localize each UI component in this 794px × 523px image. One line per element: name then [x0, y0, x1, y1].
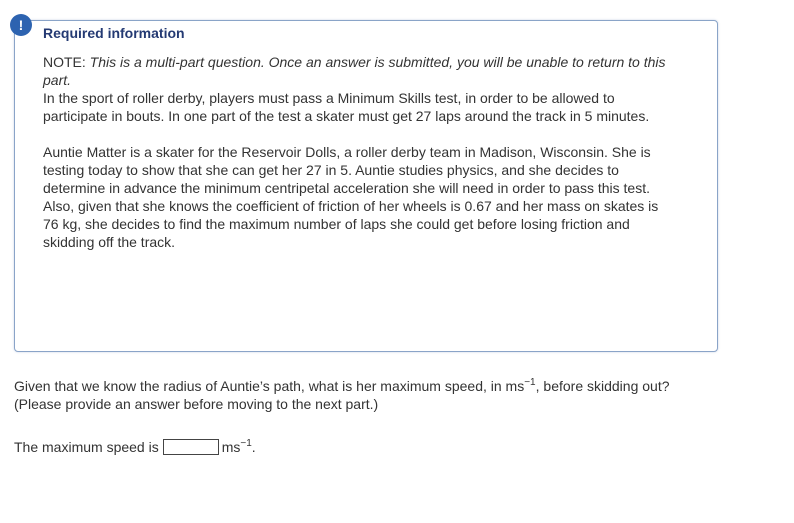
note-paragraph: NOTE: This is a multi-part question. Onc… — [43, 53, 673, 89]
answer-unit: ms−1. — [222, 437, 256, 457]
scenario-paragraph: Auntie Matter is a skater for the Reserv… — [43, 144, 659, 250]
answer-unit-exponent: −1 — [240, 438, 252, 449]
answer-row: The maximum speed is ms−1. — [14, 437, 256, 457]
maximum-speed-input[interactable] — [162, 439, 219, 455]
note-text: This is a multi-part question. Once an a… — [43, 54, 666, 88]
note-label: NOTE: — [43, 54, 86, 70]
required-information-title: Required information — [43, 25, 185, 41]
answer-label: The maximum speed is — [14, 439, 159, 455]
answer-unit-period: . — [251, 439, 256, 455]
question-block: Given that we know the radius of Auntie’… — [14, 377, 784, 413]
question-text: Given that we know the radius of Auntie’… — [14, 377, 784, 395]
question-unit-exponent: −1 — [524, 377, 536, 388]
exclamation-icon: ! — [10, 14, 32, 36]
required-information-body: NOTE: This is a multi-part question. Onc… — [43, 53, 673, 251]
question-instruction: (Please provide an answer before moving … — [14, 396, 379, 412]
question-text-end: , before skidding out? — [535, 378, 670, 394]
intro-paragraph: In the sport of roller derby, players mu… — [43, 90, 650, 124]
question-text-main: Given that we know the radius of Auntie’… — [14, 378, 525, 394]
answer-unit-base: ms — [221, 439, 241, 455]
